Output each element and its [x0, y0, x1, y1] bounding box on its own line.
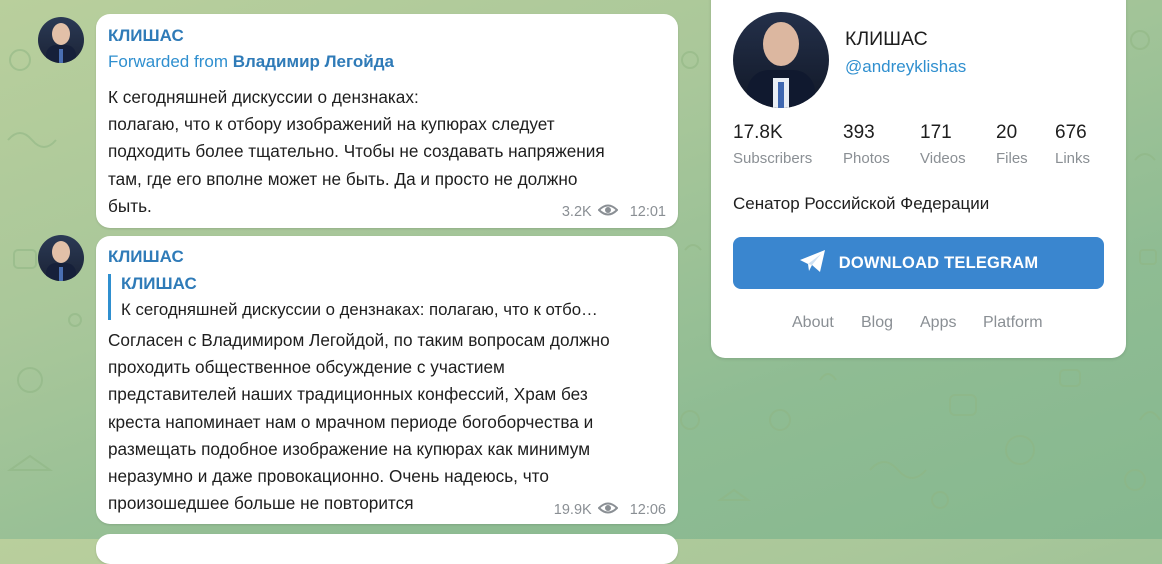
footer-link-platform[interactable]: Platform	[983, 314, 1043, 332]
message-meta: 3.2K 12:01	[562, 204, 666, 220]
stat-photos[interactable]: 393 Photos	[843, 122, 890, 167]
eye-icon	[597, 204, 619, 220]
message-text: К сегодняшней дискуссии о дензнаках: пол…	[108, 87, 605, 216]
stat-value: 20	[996, 122, 1018, 143]
stat-label: Videos	[920, 150, 966, 167]
eye-icon	[597, 502, 619, 518]
message-time[interactable]: 12:01	[630, 204, 666, 220]
message-time[interactable]: 12:06	[630, 502, 666, 518]
message-bubble: КЛИШАС Forwarded from Владимир Легойда К…	[96, 14, 678, 228]
reply-author: КЛИШАС	[121, 274, 197, 293]
channel-name: КЛИШАС	[845, 28, 928, 50]
forwarded-header[interactable]: Forwarded from Владимир Легойда	[108, 52, 394, 72]
footer-link-about[interactable]: About	[792, 314, 834, 332]
stat-videos[interactable]: 171 Videos	[920, 122, 966, 167]
stat-label: Links	[1055, 150, 1091, 167]
reply-preview[interactable]: КЛИШАС К сегодняшней дискуссии о дензнак…	[108, 274, 666, 320]
channel-description: Сенатор Российской Федерации	[733, 194, 990, 213]
view-count: 3.2K	[561, 204, 592, 220]
channel-username[interactable]: @andreyklishas	[845, 57, 966, 77]
stat-links[interactable]: 676 Links	[1055, 122, 1090, 167]
download-telegram-button[interactable]: DOWNLOAD TELEGRAM	[733, 237, 1104, 289]
stat-label: Subscribers	[733, 150, 813, 167]
view-count: 19.9K	[553, 502, 592, 518]
footer-link-apps[interactable]: Apps	[920, 314, 956, 332]
author-avatar[interactable]	[38, 17, 84, 63]
telegram-plane-icon	[799, 249, 827, 278]
stat-label: Files	[996, 150, 1028, 167]
message-text: Согласен с Владимиром Легойдой, по таким…	[108, 330, 610, 514]
author-avatar[interactable]	[38, 235, 84, 281]
download-telegram-label: DOWNLOAD TELEGRAM	[838, 253, 1039, 272]
reply-text: К сегодняшней дискуссии о дензнаках: пол…	[121, 300, 598, 319]
channel-avatar	[733, 12, 829, 108]
message-meta: 19.9K 12:06	[554, 502, 666, 518]
forwarded-source[interactable]: Владимир Легойда	[233, 52, 394, 71]
footer-link-blog[interactable]: Blog	[861, 314, 893, 332]
stat-files[interactable]: 20 Files	[996, 122, 1028, 167]
stat-label: Photos	[843, 150, 890, 167]
message-author[interactable]: КЛИШАС	[108, 26, 184, 46]
stat-value: 676	[1055, 122, 1087, 143]
message-author[interactable]: КЛИШАС	[108, 247, 184, 267]
stat-subscribers: 17.8K Subscribers	[733, 122, 812, 167]
forwarded-prefix: Forwarded from	[108, 52, 228, 71]
channel-info-card: КЛИШАС @andreyklishas 17.8K Subscribers …	[711, 0, 1126, 358]
message-bubble: КЛИШАС КЛИШАС К сегодняшней дискуссии о …	[96, 236, 678, 524]
stat-value: 17.8K	[733, 122, 783, 143]
stat-value: 171	[920, 122, 952, 143]
stat-value: 393	[843, 122, 875, 143]
